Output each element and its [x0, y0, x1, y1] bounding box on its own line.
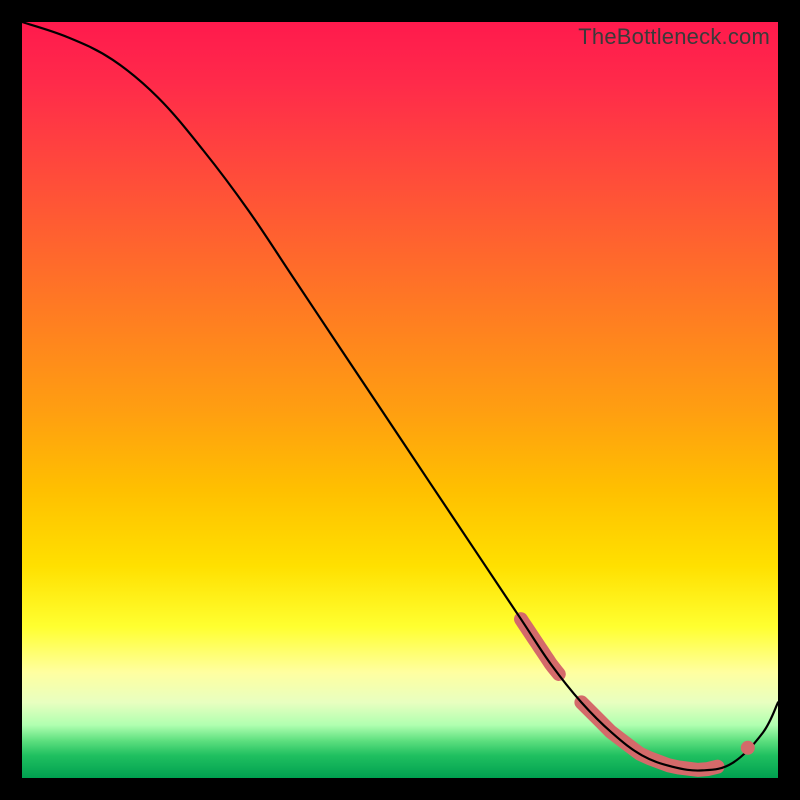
highlight-layer — [521, 619, 718, 770]
main-curve — [22, 22, 778, 771]
highlight-dot — [741, 741, 755, 755]
plot-area: TheBottleneck.com — [22, 22, 778, 778]
dot-layer — [741, 741, 755, 755]
chart-frame: TheBottleneck.com — [0, 0, 800, 800]
curve-svg — [22, 22, 778, 778]
